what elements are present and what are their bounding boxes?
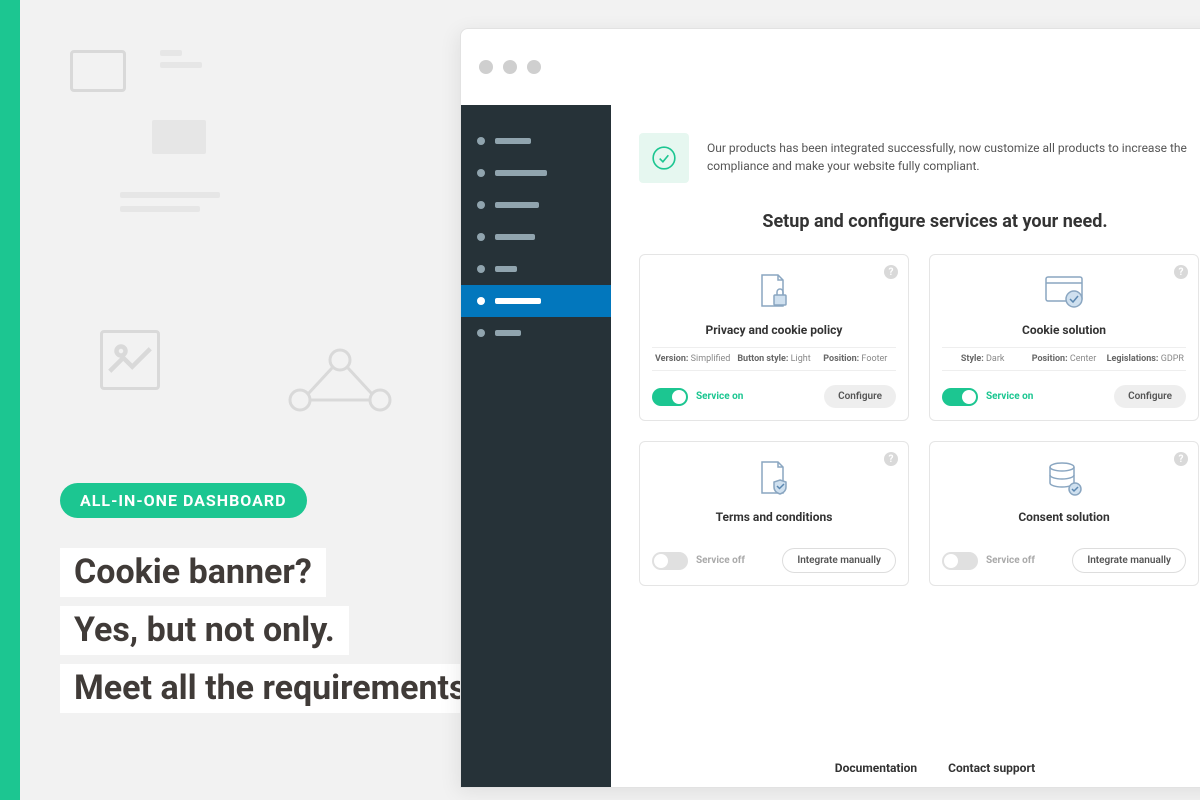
service-toggle[interactable] (652, 388, 688, 406)
headline-3: Meet all the requirements (60, 664, 481, 713)
dot-icon (477, 265, 485, 273)
meta-item: Button style: Light (733, 354, 814, 364)
bg-deco (120, 206, 200, 212)
card-title: Consent solution (942, 510, 1186, 524)
sidebar-item-label (495, 330, 521, 336)
documentation-link[interactable]: Documentation (835, 761, 917, 775)
service-card: ? Consent solution Service off Integrate ma… (929, 441, 1199, 586)
service-status: Service on (986, 391, 1033, 402)
sidebar-item[interactable] (461, 125, 611, 157)
help-icon[interactable]: ? (1174, 265, 1188, 279)
window-dot (479, 60, 493, 74)
document-shield-icon (652, 456, 896, 502)
accent-bar (0, 0, 20, 800)
bg-deco (152, 120, 206, 154)
help-icon[interactable]: ? (884, 265, 898, 279)
dot-icon (477, 329, 485, 337)
bg-deco (120, 192, 220, 198)
card-title: Privacy and cookie policy (652, 323, 896, 337)
headline-1: Cookie banner? (60, 548, 326, 597)
dashboard-tag: ALL-IN-ONE DASHBOARD (60, 483, 307, 518)
sidebar-item[interactable] (461, 221, 611, 253)
help-icon[interactable]: ? (884, 452, 898, 466)
configure-button[interactable]: Integrate manually (1072, 548, 1186, 573)
setup-title: Setup and configure services at your nee… (639, 211, 1200, 232)
meta-item: Legislations: GDPR (1105, 354, 1186, 364)
bg-deco (160, 50, 182, 56)
check-icon (639, 133, 689, 183)
configure-button[interactable]: Configure (824, 385, 896, 408)
browser-cookie-icon (942, 269, 1186, 315)
sidebar (461, 105, 611, 788)
meta-item: Style: Dark (942, 354, 1023, 364)
bg-deco (160, 62, 202, 68)
image-icon (100, 330, 160, 390)
sidebar-item[interactable] (461, 157, 611, 189)
footer-links: Documentation Contact support (639, 741, 1200, 788)
service-toggle[interactable] (942, 552, 978, 570)
notice-text: Our products has been integrated success… (707, 133, 1200, 175)
dot-icon (477, 137, 485, 145)
dot-icon (477, 233, 485, 241)
service-card: ? Privacy and cookie policy Version: Simpl… (639, 254, 909, 421)
graph-icon (280, 320, 400, 440)
content-area: Our products has been integrated success… (611, 105, 1200, 788)
card-title: Terms and conditions (652, 510, 896, 524)
sidebar-item-label (495, 202, 539, 208)
document-lock-icon (652, 269, 896, 315)
card-meta: Style: DarkPosition: CenterLegislations:… (942, 347, 1186, 371)
configure-button[interactable]: Integrate manually (782, 548, 896, 573)
dot-icon (477, 297, 485, 305)
sidebar-item[interactable] (461, 253, 611, 285)
meta-item: Version: Simplified (652, 354, 733, 364)
card-title: Cookie solution (942, 323, 1186, 337)
sidebar-item-label (495, 138, 531, 144)
service-card: ? Terms and conditions Service off Integrat… (639, 441, 909, 586)
configure-button[interactable]: Configure (1114, 385, 1186, 408)
success-notice: Our products has been integrated success… (639, 133, 1200, 183)
service-status: Service off (696, 555, 745, 566)
service-status: Service on (696, 391, 743, 402)
help-icon[interactable]: ? (1174, 452, 1188, 466)
meta-item: Position: Footer (815, 354, 896, 364)
meta-item: Position: Center (1023, 354, 1104, 364)
browser-window: Our products has been integrated success… (460, 28, 1200, 788)
bg-deco (70, 50, 126, 92)
sidebar-item[interactable] (461, 317, 611, 349)
headline-2: Yes, but not only. (60, 606, 349, 655)
sidebar-item[interactable] (461, 285, 611, 317)
sidebar-item-label (495, 266, 517, 272)
card-meta: Version: SimplifiedButton style: LightPo… (652, 347, 896, 371)
service-toggle[interactable] (652, 552, 688, 570)
service-toggle[interactable] (942, 388, 978, 406)
database-check-icon (942, 456, 1186, 502)
window-titlebar (461, 29, 1200, 105)
service-card: ? Cookie solution Style: DarkPosition: Cen… (929, 254, 1199, 421)
contact-support-link[interactable]: Contact support (948, 761, 1035, 775)
dot-icon (477, 201, 485, 209)
cards-grid: ? Privacy and cookie policy Version: Simpl… (639, 254, 1200, 586)
sidebar-item-label (495, 234, 535, 240)
sidebar-item-label (495, 170, 547, 176)
sidebar-item-label (495, 298, 541, 304)
window-dot (527, 60, 541, 74)
service-status: Service off (986, 555, 1035, 566)
window-dot (503, 60, 517, 74)
sidebar-item[interactable] (461, 189, 611, 221)
dot-icon (477, 169, 485, 177)
